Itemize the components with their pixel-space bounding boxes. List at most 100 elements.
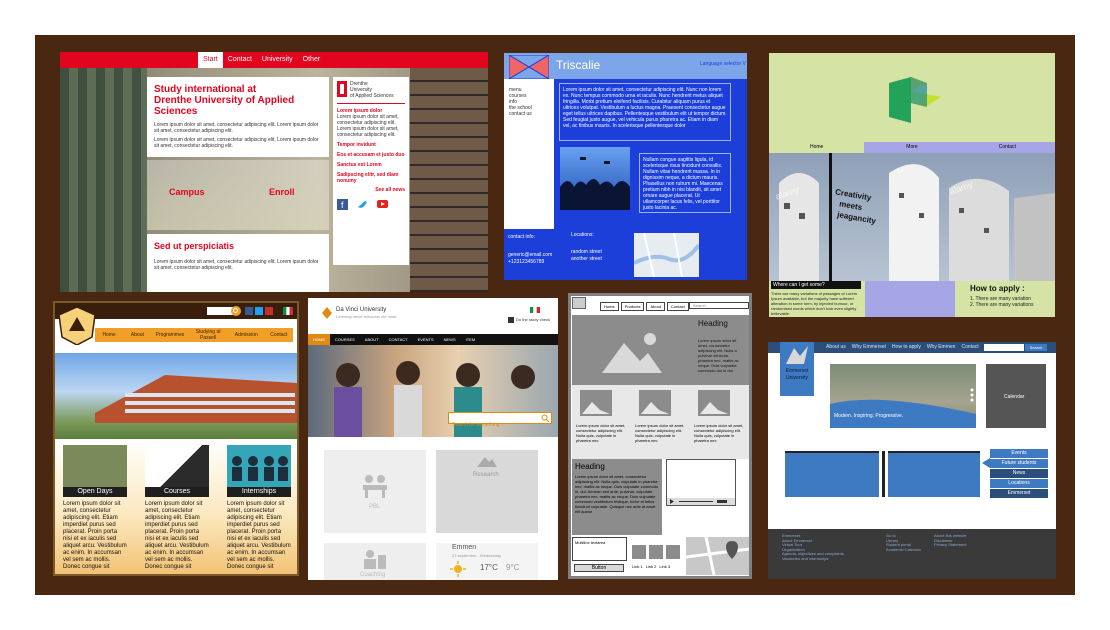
tab-home[interactable]: Home (600, 302, 619, 311)
side-menu-locations[interactable]: Locations (990, 479, 1048, 488)
language-selector[interactable]: Language selector V (700, 61, 746, 67)
search-input[interactable] (207, 307, 233, 315)
nav-other[interactable]: Other (298, 52, 326, 68)
campus-link[interactable]: Campus (169, 187, 205, 197)
nav-home[interactable]: HOME (308, 334, 330, 345)
nav-admission[interactable]: Admission (228, 328, 265, 342)
pbl-tile[interactable]: PBL (324, 450, 426, 533)
play-controls-icon[interactable] (667, 498, 735, 505)
news-heading-2[interactable]: Tempor invidunt (337, 142, 405, 148)
news-heading-4[interactable]: Sanctus est Lorem (337, 162, 405, 168)
collage-board: Start Contact University Other Study int… (35, 35, 1075, 595)
nav-about[interactable]: About (123, 328, 151, 342)
footer-link[interactable]: Privacy Statement (934, 542, 966, 548)
nav-events[interactable]: EVENTS (413, 334, 439, 345)
search-icon[interactable] (541, 414, 549, 422)
textarea[interactable]: Multiline textarea (572, 537, 627, 561)
map-icon (686, 537, 749, 575)
nav-why-emmen[interactable]: Why Emmen (927, 342, 956, 353)
map-image[interactable] (634, 233, 699, 277)
nav-about[interactable]: About us (826, 342, 846, 353)
locations-label: Locations: (571, 232, 594, 238)
tab-contact[interactable]: Contact (666, 302, 689, 311)
twitter-icon[interactable] (357, 199, 368, 210)
nav-contact[interactable]: Contact (223, 52, 257, 68)
nav-home[interactable]: Home (769, 142, 865, 153)
courses-label[interactable]: Courses (145, 487, 209, 497)
nav-contact[interactable]: Contact (265, 328, 293, 342)
nav-about[interactable]: ABOUT (360, 334, 384, 345)
hero-search-input[interactable]: Search for something (448, 412, 552, 428)
sun-icon (450, 561, 466, 577)
apply-title: How to apply : (970, 284, 1025, 293)
nav-programmes[interactable]: Programmes (152, 328, 189, 342)
nav-why-emmerset[interactable]: Why Emmerset (852, 342, 886, 353)
italian-flag-icon[interactable] (530, 307, 540, 313)
side-menu-news[interactable]: News (990, 469, 1048, 478)
menu-item[interactable]: contact us (509, 111, 532, 117)
youtube-icon[interactable] (377, 199, 388, 210)
intro-text: Lorem ipsum dolor sit amet, consectetur … (563, 87, 727, 129)
side-menu-future-students[interactable]: Future students (990, 459, 1048, 468)
intro-text: Lorem ipsum dolor sit amet, consectetur … (154, 122, 319, 134)
search-input[interactable] (984, 344, 1024, 351)
drenthe-logo-icon (337, 81, 347, 97)
video-player[interactable] (666, 459, 736, 506)
search-icon[interactable] (231, 306, 241, 316)
nav-contact[interactable]: Contact (959, 142, 1055, 153)
library-shelves-image (60, 68, 147, 292)
nav-home[interactable]: Home (95, 328, 123, 342)
research-tile[interactable]: Research (436, 450, 538, 533)
side-menu-events[interactable]: Events (990, 449, 1048, 458)
footer-link[interactable]: Academic Calendar (886, 547, 921, 553)
street-1: random street (571, 249, 602, 255)
content-heading: Heading (575, 462, 605, 471)
study-check-link[interactable]: Do the study check (516, 317, 550, 322)
content-text: Lorem ipsum dolor sit amet, consectetur … (575, 474, 659, 514)
nav-contact[interactable]: CONTACT (384, 334, 413, 345)
weather-widget: Emmen 27 september - Wednesday 17°C 9°C (436, 543, 538, 580)
facebook-icon[interactable]: f (337, 199, 348, 210)
graduates-silhouette (560, 157, 630, 210)
map-placeholder[interactable] (686, 537, 749, 575)
nav-news[interactable]: NEWS (439, 334, 461, 345)
internships-label[interactable]: Internships (227, 487, 291, 497)
nav-studying[interactable]: Studying at Passell (188, 328, 228, 342)
button[interactable]: Button (574, 564, 624, 572)
nav-more[interactable]: More (864, 142, 960, 153)
nav-courses[interactable]: COURSES (330, 334, 360, 345)
footer-link[interactable]: Vacancies and internships (782, 556, 844, 562)
hero-image-placeholder (572, 315, 692, 385)
link-3[interactable]: Link 3 (659, 564, 670, 569)
link-1[interactable]: Link 1 (632, 564, 643, 569)
people-icons (232, 456, 288, 481)
open-days-label[interactable]: Open Days (63, 487, 127, 497)
nav-start[interactable]: Start (198, 52, 223, 68)
side-menu-emmerset[interactable]: Emmerset (990, 489, 1048, 498)
news-heading-5[interactable]: Sadipscing elitr, sed diam nonumy (337, 172, 405, 184)
coaching-tile[interactable]: Coaching (324, 543, 426, 580)
calendar-widget[interactable]: Calendar (986, 364, 1046, 428)
search-input[interactable]: Search (689, 302, 749, 309)
image-placeholder-icon (698, 390, 730, 416)
search-button[interactable]: Search (1025, 344, 1047, 351)
architecture-hero-image: Creativity meets jeagancity alamy alamy (769, 153, 1055, 281)
see-all-news-link[interactable]: See all news (337, 187, 405, 193)
divider (882, 451, 885, 497)
enroll-link[interactable]: Enroll (269, 187, 295, 197)
temperature-high: 17°C (480, 563, 498, 572)
nav-contact[interactable]: Contact (961, 342, 978, 353)
nav-item[interactable]: ITEM (461, 334, 481, 345)
tab-products[interactable]: Products (620, 302, 645, 311)
tomvelde-website-mockup: Home About Programmes Studying at Passel… (53, 301, 299, 576)
tab-about[interactable]: About (646, 302, 665, 311)
player-controls (667, 498, 735, 505)
nav-university[interactable]: University (257, 52, 298, 68)
nav-how-to-apply[interactable]: How to apply (892, 342, 921, 353)
contact-email[interactable]: generic@email.com (508, 252, 552, 258)
carousel-dots[interactable] (970, 388, 974, 402)
card-text: Lorem ipsum dolor sit amet, consectetur … (145, 501, 209, 570)
news-heading-3[interactable]: Eos et accusam et justo duo (337, 152, 405, 158)
italian-flag-icon[interactable] (283, 307, 293, 315)
link-2[interactable]: Link 2 (646, 564, 657, 569)
